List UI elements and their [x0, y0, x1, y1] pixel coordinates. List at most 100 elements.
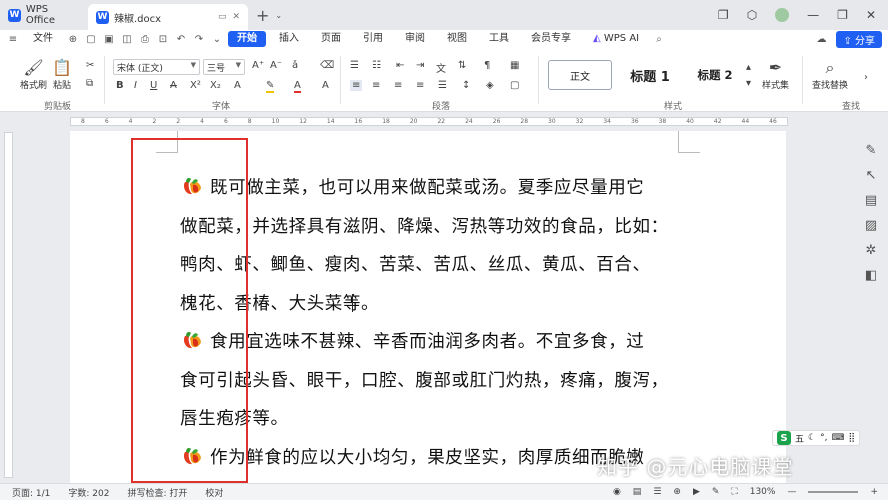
- play-icon[interactable]: ▶: [693, 487, 700, 497]
- style-set-button[interactable]: ✒ 样式集: [762, 58, 789, 91]
- highlight-icon[interactable]: ✎: [266, 80, 275, 93]
- hamburger-menu-icon[interactable]: ≡: [6, 34, 20, 45]
- char-shading-icon[interactable]: A: [322, 80, 329, 91]
- sort-icon[interactable]: ⇅: [458, 60, 466, 71]
- horizontal-ruler[interactable]: 8 6 4 2 2 4 6 8 10 12 14 16 18 20 22 24 26 28 30 32 34 36 38 40…: [70, 117, 788, 126]
- tab-review[interactable]: 审阅: [396, 31, 434, 47]
- minimize-icon[interactable]: —: [807, 8, 819, 22]
- tools-icon[interactable]: ✲: [866, 243, 877, 258]
- phonetic-icon[interactable]: ǎ: [292, 60, 298, 71]
- subscript-icon[interactable]: X₂: [210, 80, 221, 91]
- pen-icon[interactable]: ✎: [866, 143, 877, 158]
- ribbon-scroll-right-icon[interactable]: ›: [864, 72, 868, 83]
- tab-wps-ai[interactable]: ◭ WPS AI: [584, 31, 648, 47]
- style-normal[interactable]: 正文: [548, 60, 612, 90]
- shading-icon[interactable]: ◈: [486, 80, 494, 91]
- tab-tools[interactable]: 工具: [480, 31, 518, 47]
- zoom-slider[interactable]: [808, 491, 859, 493]
- copy-icon[interactable]: ⧉: [86, 78, 93, 89]
- close-window-icon[interactable]: ✕: [866, 8, 876, 22]
- tab-page[interactable]: 页面: [312, 31, 350, 47]
- paste-button[interactable]: 📋 粘贴: [52, 58, 72, 91]
- window-restore-icon[interactable]: ❐: [718, 8, 729, 22]
- bold-icon[interactable]: B: [116, 80, 124, 91]
- document-icon[interactable]: ▤: [865, 193, 877, 208]
- image-icon[interactable]: ▨: [865, 218, 877, 233]
- page-count[interactable]: 页面: 1/1: [12, 486, 50, 499]
- grow-font-icon[interactable]: A⁺: [252, 60, 264, 71]
- tab-display-icon[interactable]: ▭: [218, 12, 227, 22]
- save-icon[interactable]: ▣: [102, 34, 116, 45]
- style-scroll-up-icon[interactable]: ▴: [746, 62, 751, 73]
- new-tab-button[interactable]: +: [256, 6, 269, 25]
- eye-icon[interactable]: ◉: [613, 487, 621, 497]
- justify-icon[interactable]: ≡: [416, 80, 424, 91]
- font-color-icon[interactable]: A: [294, 80, 301, 93]
- format-painter-button[interactable]: 🖌 格式刷: [20, 58, 47, 91]
- avatar[interactable]: [775, 8, 790, 22]
- menu-file[interactable]: 文件: [24, 31, 62, 47]
- undo-icon[interactable]: ↶: [174, 34, 188, 45]
- shrink-font-icon[interactable]: A⁻: [270, 60, 282, 71]
- show-marks-icon[interactable]: ¶: [484, 60, 490, 71]
- vertical-ruler[interactable]: [4, 132, 13, 478]
- borders-icon[interactable]: ▢: [510, 80, 519, 91]
- new-file-icon[interactable]: ⊕: [66, 34, 80, 45]
- find-replace-button[interactable]: ⌕ 查找替换: [812, 58, 848, 91]
- input-method-bar[interactable]: S 五 ☾ °, ⌨ ⣿: [772, 430, 861, 446]
- distribute-icon[interactable]: ☰: [438, 80, 447, 91]
- cut-icon[interactable]: ✂: [86, 60, 94, 71]
- document-tab[interactable]: W 辣椒.docx ▭ ✕: [88, 4, 248, 30]
- edit-mode-icon[interactable]: ✎: [712, 487, 720, 497]
- align-center-icon[interactable]: ≡: [372, 80, 380, 91]
- layout-icon[interactable]: ◧: [865, 268, 877, 283]
- clear-format-icon[interactable]: ⌫: [320, 60, 334, 71]
- tab-view[interactable]: 视图: [438, 31, 476, 47]
- numbering-icon[interactable]: ☷: [372, 60, 381, 71]
- wps-office-tab[interactable]: W WPS Office: [0, 0, 88, 30]
- table-icon[interactable]: ▦: [510, 60, 519, 71]
- tab-close-icon[interactable]: ✕: [232, 12, 240, 22]
- increase-indent-icon[interactable]: ⇥: [416, 60, 424, 71]
- zoom-in-icon[interactable]: +: [870, 487, 878, 497]
- export-icon[interactable]: ⊡: [156, 34, 170, 45]
- tab-reference[interactable]: 引用: [354, 31, 392, 47]
- superscript-icon[interactable]: X²: [190, 80, 201, 91]
- print-icon[interactable]: ⎙: [138, 34, 152, 45]
- chinese-layout-icon[interactable]: 文: [436, 60, 446, 75]
- tab-list-chevron-icon[interactable]: ⌄: [275, 11, 282, 20]
- text-effect-icon[interactable]: A: [234, 80, 241, 91]
- share-button[interactable]: ⇪ 分享: [836, 30, 882, 48]
- align-left-icon[interactable]: ≡: [350, 80, 363, 91]
- strikethrough-icon[interactable]: A: [170, 80, 177, 91]
- word-count[interactable]: 字数: 202: [68, 486, 109, 499]
- proofread-button[interactable]: 校对: [205, 486, 223, 499]
- tab-insert[interactable]: 插入: [270, 31, 308, 47]
- search-icon[interactable]: ⌕: [652, 34, 666, 45]
- maximize-icon[interactable]: ❐: [837, 8, 848, 22]
- web-view-icon[interactable]: ⊕: [673, 487, 681, 497]
- cube-icon[interactable]: ⬡: [747, 8, 757, 22]
- font-size-select[interactable]: 三号 ▼: [203, 59, 245, 75]
- redo-icon[interactable]: ↷: [192, 34, 206, 45]
- decrease-indent-icon[interactable]: ⇤: [396, 60, 404, 71]
- line-spacing-icon[interactable]: ↕: [462, 80, 470, 91]
- italic-icon[interactable]: I: [134, 80, 137, 91]
- zoom-out-icon[interactable]: —: [787, 487, 796, 497]
- cloud-icon[interactable]: ☁: [816, 34, 826, 45]
- more-icon[interactable]: ⌄: [210, 34, 224, 45]
- zoom-level[interactable]: 130%: [750, 487, 776, 497]
- print-preview-icon[interactable]: ◫: [120, 34, 134, 45]
- style-scroll-down-icon[interactable]: ▾: [746, 78, 751, 89]
- open-file-icon[interactable]: ▢: [84, 34, 98, 45]
- select-cursor-icon[interactable]: ↖: [866, 168, 877, 183]
- paragraph-2[interactable]: 食用宜选味不甚辣、辛香而油润多肉者。不宜多食，过 食可引起头昏、眼干，口腔、腹部…: [180, 323, 682, 439]
- outline-view-icon[interactable]: ☰: [653, 487, 661, 497]
- page-view-icon[interactable]: ▤: [633, 487, 642, 497]
- style-heading-2[interactable]: 标题 2: [686, 60, 744, 90]
- tab-member[interactable]: 会员专享: [522, 31, 580, 47]
- paragraph-1[interactable]: 既可做主菜，也可以用来做配菜或汤。夏季应尽量用它 做配菜，并选择具有滋阴、降燥、…: [180, 169, 682, 323]
- font-name-select[interactable]: 宋体 (正文) ▼: [113, 59, 200, 75]
- spell-check-status[interactable]: 拼写检查: 打开: [127, 486, 187, 499]
- bullets-icon[interactable]: ☰: [350, 60, 359, 71]
